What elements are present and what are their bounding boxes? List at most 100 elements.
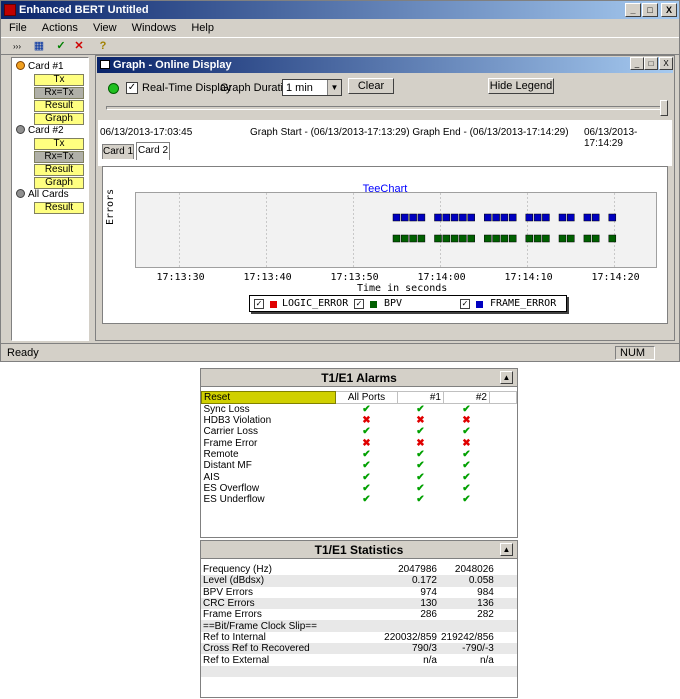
check-icon: ✔ — [362, 494, 371, 506]
graph-window-title: Graph - Online Display — [97, 57, 673, 73]
marker-frame-error — [542, 213, 550, 222]
card-2-rx-button[interactable]: Rx=Tx — [34, 151, 84, 163]
card-tree: Card #1 Tx Rx=Tx Result Graph Card #2 Tx… — [11, 57, 89, 341]
stat-value-port-2: -790/-3 — [439, 643, 496, 655]
connect-icon[interactable]: ››› — [9, 39, 25, 54]
check-icon: ✔ — [416, 471, 425, 483]
stat-value-port-2: 2048026 — [454, 564, 494, 576]
menu-view[interactable]: View — [93, 22, 117, 34]
main-window: Enhanced BERT Untitled _ □ X File Action… — [0, 0, 680, 362]
reset-button[interactable]: Reset — [201, 391, 336, 404]
graph-window: Graph - Online Display _ □ X ✓ Real-Time… — [95, 55, 675, 341]
minimize-button[interactable]: _ — [625, 3, 641, 17]
stat-value-port-1: 0.172 — [381, 575, 439, 587]
alarm-empty-row — [202, 528, 517, 539]
card-1-node[interactable]: Card #1 — [16, 61, 64, 73]
marker-bpv — [417, 234, 426, 243]
legend-swatch-logic-error — [270, 301, 277, 308]
help-icon[interactable]: ? — [95, 39, 111, 54]
duration-select[interactable]: 1 min ▼ — [282, 79, 342, 96]
marker-bpv — [484, 234, 492, 243]
card-1-tx-button[interactable]: Tx — [34, 74, 84, 86]
realtime-checkbox[interactable]: ✓ — [126, 82, 138, 94]
stats-collapse-button[interactable]: ▲ — [500, 543, 513, 556]
alarm-name: HDB3 Violation — [203, 415, 272, 427]
x-tick-label: 17:13:50 — [330, 272, 379, 283]
alarm-row: Distant MF ✔ ✔ ✔ — [202, 460, 517, 471]
hide-legend-button[interactable]: Hide Legend — [488, 78, 554, 94]
legend-checkbox-bpv[interactable]: ✓ — [354, 299, 364, 309]
check-icon: ✔ — [416, 426, 425, 438]
stat-value-port-2: 0.058 — [439, 575, 496, 587]
menu-help[interactable]: Help — [191, 22, 214, 34]
plot-svg — [179, 193, 617, 269]
graph-minimize-button[interactable]: _ — [630, 57, 644, 70]
check-icon: ✔ — [362, 426, 371, 438]
tab-card-1[interactable]: Card 1 — [102, 144, 134, 159]
marker-bpv — [492, 234, 500, 243]
check-icon: ✔ — [416, 460, 425, 472]
all-cards-status-icon — [16, 189, 25, 198]
menu-windows[interactable]: Windows — [132, 22, 177, 34]
marker-frame-error — [459, 213, 467, 222]
card-1-rx-button[interactable]: Rx=Tx — [34, 87, 84, 99]
time-slider-handle[interactable] — [660, 100, 668, 116]
card-1-result-button[interactable]: Result — [34, 100, 84, 112]
stat-name: Ref to External — [203, 654, 270, 666]
alarm-name: Carrier Loss — [203, 426, 258, 438]
status-text: Ready — [7, 347, 39, 359]
stat-row: Level (dBdsx) 0.172 0.058 — [201, 575, 517, 587]
alarm-name: ES Overflow — [203, 482, 260, 494]
cancel-icon[interactable]: ✕ — [71, 39, 87, 54]
check-icon: ✔ — [416, 449, 425, 461]
menu-file[interactable]: File — [9, 22, 27, 34]
stat-row: Ref to External n/a n/a — [201, 654, 517, 666]
card-2-result-button[interactable]: Result — [34, 164, 84, 176]
card-1-graph-button[interactable]: Graph — [34, 113, 84, 125]
marker-bpv — [533, 234, 542, 243]
marker-frame-error — [401, 213, 409, 222]
stat-name: BPV Errors — [203, 586, 254, 598]
check-icon: ✔ — [462, 404, 471, 415]
check-icon[interactable]: ✓ — [53, 39, 69, 54]
check-icon: ✔ — [362, 482, 371, 494]
card-2-graph-button[interactable]: Graph — [34, 177, 84, 189]
time-slider-track[interactable] — [106, 106, 662, 110]
check-icon: ✔ — [362, 404, 371, 415]
marker-frame-error — [583, 213, 592, 222]
maximize-button[interactable]: □ — [642, 3, 658, 17]
col-all-ports: All Ports — [335, 391, 398, 404]
all-cards-result-button[interactable]: Result — [34, 202, 84, 214]
marker-frame-error — [591, 213, 600, 222]
check-icon: ✔ — [462, 426, 471, 438]
tab-card-2[interactable]: Card 2 — [136, 142, 170, 160]
chevron-down-icon[interactable]: ▼ — [327, 80, 341, 95]
clear-button[interactable]: Clear — [348, 78, 394, 94]
marker-frame-error — [392, 213, 401, 222]
check-icon: ✔ — [462, 471, 471, 483]
alarm-name: Remote — [203, 449, 239, 461]
stat-value-port-1: 130 — [381, 597, 439, 610]
legend-checkbox-frame-error[interactable]: ✓ — [460, 299, 470, 309]
marker-bpv — [392, 234, 401, 243]
alarms-collapse-button[interactable]: ▲ — [500, 371, 513, 384]
stat-name: Frequency (Hz) — [203, 564, 272, 576]
graph-close-button[interactable]: X — [659, 57, 673, 70]
check-icon: ✔ — [462, 482, 471, 494]
menu-bar: File Actions View Windows Help — [1, 19, 679, 37]
alarms-panel: T1/E1 Alarms ▲ Reset All Ports #1 #2 Syn… — [200, 368, 518, 538]
chart-area: TeeChart Errors 17:13:30 17:13:40 17:13:50… — [102, 166, 668, 324]
window-title: Enhanced BERT Untitled — [1, 1, 679, 19]
grid-icon[interactable]: ▦ — [31, 39, 47, 54]
menu-actions[interactable]: Actions — [42, 22, 78, 34]
card-2-tx-button[interactable]: Tx — [34, 138, 84, 150]
legend-checkbox-logic-error[interactable]: ✓ — [254, 299, 264, 309]
close-button[interactable]: X — [661, 3, 677, 17]
all-cards-node[interactable]: All Cards — [16, 189, 69, 201]
graph-maximize-button[interactable]: □ — [644, 57, 658, 70]
x-axis-label: Time in seconds — [357, 283, 448, 294]
check-icon: ✔ — [462, 460, 471, 472]
card-2-node[interactable]: Card #2 — [16, 125, 64, 137]
check-icon: ✔ — [362, 460, 371, 472]
error-x-icon: ✖ — [462, 415, 471, 427]
